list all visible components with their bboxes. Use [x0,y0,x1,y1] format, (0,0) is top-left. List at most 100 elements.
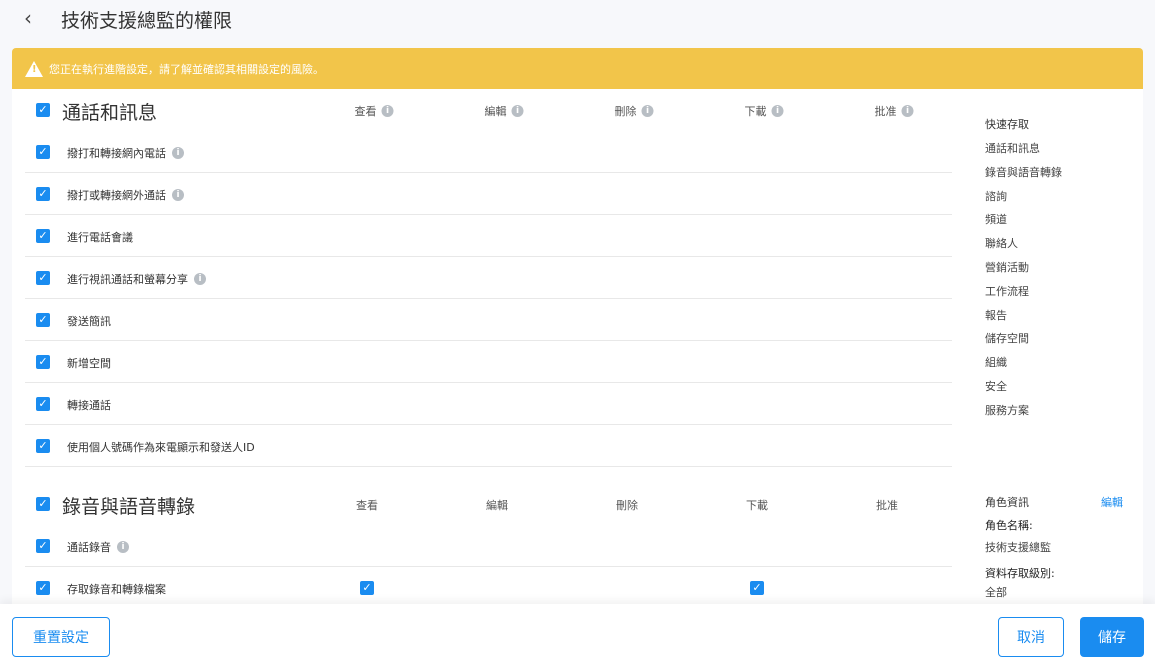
permission-checkbox[interactable]: ✓ [36,539,50,553]
permission-row: 轉接通話 [67,397,111,413]
permission-label: 新增空間 [67,357,111,370]
permission-label: 存取錄音和轉錄檔案 [67,583,166,596]
permission-row: 存取錄音和轉錄檔案 [67,581,166,597]
permission-checkbox[interactable]: ✓ [36,145,50,159]
section-checkbox-recording[interactable]: ✓ [36,497,50,511]
quick-access-link[interactable]: 組織 [985,354,1007,370]
quick-access-link[interactable]: 錄音與語音轉錄 [985,164,1062,180]
column-header-label: 批准 [876,499,898,512]
permission-checkbox[interactable]: ✓ [36,229,50,243]
quick-access-link[interactable]: 服務方案 [985,402,1029,418]
permission-row: 發送簡訊 [67,313,111,329]
edit-role-link[interactable]: 編輯 [1101,494,1123,510]
permission-row: 撥打和轉接網內電話 i [67,145,184,161]
column-header: 編輯 [486,497,508,513]
row-divider [25,172,952,173]
section-title: 錄音與語音轉錄 [62,496,196,518]
footer-bar [0,604,1155,669]
quick-access-link[interactable]: 儲存空間 [985,330,1029,346]
row-divider [25,382,952,383]
column-header-label: 刪除 [614,105,637,118]
column-header: 下載 [746,497,768,513]
view-checkbox[interactable]: ✓ [360,581,374,595]
role-name-label: 角色名稱: [985,519,1033,532]
row-divider [25,256,952,257]
column-header: 查看 i [355,103,394,119]
role-name-value: 技術支援總監 [985,541,1051,554]
info-icon[interactable]: i [172,147,184,159]
permission-label: 進行視訊通話和螢幕分享 [67,273,188,286]
permission-checkbox[interactable]: ✓ [36,397,50,411]
data-access-value: 全部 [985,586,1007,599]
row-divider [25,298,952,299]
permission-checkbox[interactable]: ✓ [36,581,50,595]
info-icon[interactable]: i [771,105,784,117]
info-icon[interactable]: i [117,541,129,553]
section-checkbox-calls-messages[interactable]: ✓ [36,103,50,117]
role-info-title: 角色資訊 [985,496,1029,509]
column-header: 批准 [876,497,898,513]
row-divider [25,466,952,467]
permission-row: 通話錄音 i [67,539,129,555]
permission-checkbox[interactable]: ✓ [36,271,50,285]
row-divider [25,340,952,341]
permission-label: 通話錄音 [67,541,111,554]
quick-access-link[interactable]: 工作流程 [985,283,1029,299]
quick-access-link[interactable]: 安全 [985,378,1007,394]
row-divider [25,424,952,425]
permission-label: 轉接通話 [67,399,111,412]
info-icon[interactable]: i [511,105,524,117]
column-header-label: 下載 [744,105,767,118]
permission-label: 撥打和轉接網內電話 [67,147,166,160]
info-icon[interactable]: i [172,189,184,201]
column-header-label: 編輯 [486,499,508,512]
permission-checkbox[interactable]: ✓ [36,439,50,453]
back-chevron-left-icon[interactable]: ‹ [24,6,32,30]
warning-icon [25,60,43,77]
save-button[interactable]: 儲存 [1080,617,1144,657]
info-icon[interactable]: i [194,273,206,285]
column-header-label: 批准 [874,105,897,118]
column-header: 下載 i [745,103,784,119]
page-title: 技術支援總監的權限 [61,10,233,32]
permission-checkbox[interactable]: ✓ [36,313,50,327]
quick-access-link[interactable]: 頻道 [985,211,1007,227]
permission-checkbox[interactable]: ✓ [36,187,50,201]
permission-row: 撥打或轉接網外通話 i [67,187,184,203]
permission-label: 使用個人號碼作為來電顯示和發送人ID [67,441,255,454]
section-title: 通話和訊息 [62,102,158,124]
warning-banner: 您正在執行進階設定，請了解並確認其相關設定的風險。 [12,48,1143,89]
permissions-panel [12,89,1143,604]
data-access-label: 資料存取級別: [985,567,1055,580]
column-header: 刪除 [616,497,638,513]
cancel-button[interactable]: 取消 [998,617,1064,657]
info-icon[interactable]: i [381,105,394,117]
column-header-label: 編輯 [484,105,507,118]
column-header-label: 查看 [356,499,378,512]
row-divider [25,214,952,215]
quick-access-link[interactable]: 聯絡人 [985,235,1018,251]
info-icon[interactable]: i [641,105,654,117]
column-header: 查看 [356,497,378,513]
row-divider [25,566,952,567]
quick-access-link[interactable]: 諮詢 [985,188,1007,204]
column-header-label: 查看 [354,105,377,118]
column-header-label: 刪除 [616,499,638,512]
permission-label: 發送簡訊 [67,315,111,328]
permission-label: 撥打或轉接網外通話 [67,189,166,202]
permission-row: 使用個人號碼作為來電顯示和發送人ID [67,439,255,455]
permission-checkbox[interactable]: ✓ [36,355,50,369]
permission-row: 新增空間 [67,355,111,371]
quick-access-link[interactable]: 報告 [985,307,1007,323]
quick-access-link[interactable]: 營銷活動 [985,259,1029,275]
column-header: 批准 i [875,103,914,119]
column-header: 刪除 i [615,103,654,119]
quick-access-link[interactable]: 通話和訊息 [985,140,1040,156]
reset-button[interactable]: 重置設定 [12,617,110,657]
warning-text: 您正在執行進階設定，請了解並確認其相關設定的風險。 [49,62,324,76]
download-checkbox[interactable]: ✓ [750,581,764,595]
permission-row: 進行電話會議 [67,229,133,245]
info-icon[interactable]: i [901,105,914,117]
column-header-label: 下載 [746,499,768,512]
permission-label: 進行電話會議 [67,231,133,244]
